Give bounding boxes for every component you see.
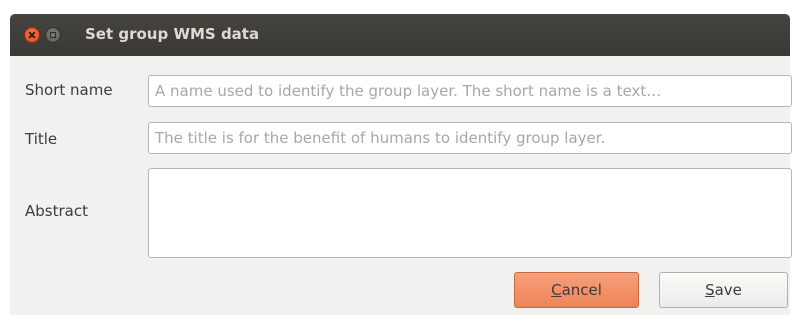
short-name-label: Short name bbox=[25, 81, 113, 99]
abstract-label: Abstract bbox=[25, 202, 88, 220]
minimize-icon[interactable] bbox=[45, 27, 61, 43]
title-label: Title bbox=[25, 130, 58, 148]
cancel-mnemonic: C bbox=[551, 281, 562, 299]
save-button[interactable]: Save bbox=[659, 272, 788, 308]
save-mnemonic: S bbox=[705, 281, 715, 299]
title-bar[interactable]: Set group WMS data bbox=[10, 14, 790, 56]
title-input[interactable] bbox=[148, 122, 792, 154]
set-group-wms-data-dialog: Set group WMS data Short name Title Abst… bbox=[10, 14, 792, 315]
cancel-button[interactable]: Cancel bbox=[514, 272, 639, 308]
close-icon[interactable] bbox=[24, 27, 40, 43]
cancel-label: ancel bbox=[561, 281, 602, 299]
screen: Set group WMS data Short name Title Abst… bbox=[0, 0, 800, 322]
save-label: ave bbox=[714, 281, 742, 299]
abstract-textarea[interactable] bbox=[148, 168, 792, 258]
window-title: Set group WMS data bbox=[85, 25, 260, 43]
short-name-input[interactable] bbox=[148, 75, 792, 107]
